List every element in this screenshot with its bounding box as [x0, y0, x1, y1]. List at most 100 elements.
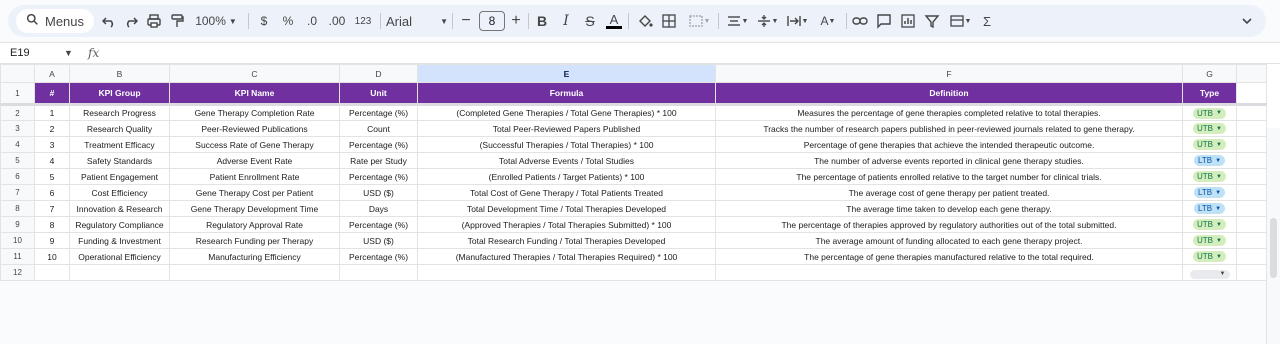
column-header-d[interactable]: D: [339, 64, 418, 83]
cell-num[interactable]: 6: [34, 184, 70, 201]
empty-cell[interactable]: [1236, 200, 1267, 217]
cell-definition[interactable]: The percentage of gene therapies manufac…: [715, 248, 1183, 265]
empty-cell[interactable]: [1236, 136, 1267, 153]
cell-unit[interactable]: USD ($): [339, 184, 418, 201]
cell-name[interactable]: Peer-Reviewed Publications: [169, 120, 340, 137]
comment-icon[interactable]: [875, 10, 893, 32]
cell-unit[interactable]: Percentage (%): [339, 216, 418, 233]
cell-num[interactable]: 3: [34, 136, 70, 153]
cell-name[interactable]: Gene Therapy Cost per Patient: [169, 184, 340, 201]
vertical-scrollbar[interactable]: [1266, 128, 1280, 344]
cell-group[interactable]: Cost Efficiency: [69, 184, 170, 201]
bold-icon[interactable]: B: [534, 10, 550, 32]
cell-name[interactable]: Gene Therapy Completion Rate: [169, 103, 340, 121]
type-dropdown-chip[interactable]: UTB ▼: [1193, 139, 1226, 150]
increase-decimal-button[interactable]: .00: [326, 10, 348, 32]
borders-icon[interactable]: [660, 10, 678, 32]
empty-cell[interactable]: [34, 264, 70, 281]
empty-cell[interactable]: [715, 264, 1183, 281]
cell-num[interactable]: 4: [34, 152, 70, 169]
font-select[interactable]: Arial ▼: [386, 10, 448, 32]
cell-group[interactable]: Innovation & Research: [69, 200, 170, 217]
header-cell[interactable]: Definition: [715, 82, 1183, 105]
empty-cell[interactable]: [1236, 152, 1267, 169]
font-size-decrease-icon[interactable]: −: [458, 10, 474, 32]
column-header-b[interactable]: B: [69, 64, 170, 83]
cell-formula[interactable]: Total Peer-Reviewed Papers Published: [417, 120, 716, 137]
cell-formula[interactable]: Total Research Funding / Total Therapies…: [417, 232, 716, 249]
cell-formula[interactable]: Total Cost of Gene Therapy / Total Patie…: [417, 184, 716, 201]
font-size-increase-icon[interactable]: +: [508, 10, 524, 32]
cell-num[interactable]: 5: [34, 168, 70, 185]
cell-group[interactable]: Research Quality: [69, 120, 170, 137]
cell-group[interactable]: Operational Efficiency: [69, 248, 170, 265]
empty-cell[interactable]: [1236, 82, 1267, 105]
type-dropdown-chip[interactable]: UTB ▼: [1193, 107, 1226, 119]
cell-unit[interactable]: Count: [339, 120, 418, 137]
zoom-select[interactable]: 100% ▼: [192, 10, 240, 32]
text-wrapping-icon[interactable]: ▼: [784, 10, 810, 32]
chevron-down-icon[interactable]: ▼: [1189, 269, 1230, 279]
cell-type[interactable]: LTB ▼: [1182, 184, 1237, 201]
column-header-g[interactable]: G: [1182, 64, 1237, 83]
header-cell[interactable]: Unit: [339, 82, 418, 105]
empty-cell[interactable]: [1236, 216, 1267, 233]
type-dropdown-chip[interactable]: UTB ▼: [1193, 171, 1226, 182]
type-dropdown-chip[interactable]: UTB ▼: [1193, 123, 1226, 134]
cell-type[interactable]: UTB ▼: [1182, 103, 1237, 121]
link-icon[interactable]: [851, 10, 869, 32]
menus-search-button[interactable]: Menus: [16, 9, 94, 33]
row-number[interactable]: 11: [0, 248, 35, 265]
text-color-icon[interactable]: A: [606, 10, 622, 32]
cell-num[interactable]: 7: [34, 200, 70, 217]
header-cell[interactable]: Formula: [417, 82, 716, 105]
percent-format-button[interactable]: %: [280, 10, 296, 32]
decrease-decimal-button[interactable]: .0: [302, 10, 322, 32]
header-cell[interactable]: Type: [1182, 82, 1237, 105]
cell-name[interactable]: Regulatory Approval Rate: [169, 216, 340, 233]
empty-cell[interactable]: [1236, 103, 1267, 121]
cell-type[interactable]: UTB ▼: [1182, 168, 1237, 185]
empty-cell[interactable]: [1236, 168, 1267, 185]
filter-views-icon[interactable]: ▼: [947, 10, 973, 32]
horizontal-align-icon[interactable]: ▼: [724, 10, 750, 32]
row-number[interactable]: 9: [0, 216, 35, 233]
cell-name[interactable]: Gene Therapy Development Time: [169, 200, 340, 217]
empty-cell[interactable]: [417, 264, 716, 281]
row-number[interactable]: 1: [0, 82, 35, 105]
cell-type[interactable]: UTB ▼: [1182, 136, 1237, 153]
cell-unit[interactable]: Percentage (%): [339, 103, 418, 121]
type-dropdown-chip[interactable]: UTB ▼: [1193, 219, 1226, 230]
chart-icon[interactable]: [899, 10, 917, 32]
scrollbar-thumb[interactable]: [1270, 218, 1277, 278]
functions-icon[interactable]: Σ: [978, 10, 996, 32]
cell-group[interactable]: Treatment Efficacy: [69, 136, 170, 153]
print-icon[interactable]: [145, 10, 163, 32]
column-header-e[interactable]: E: [417, 64, 716, 83]
cell-definition[interactable]: Tracks the number of research papers pub…: [715, 120, 1183, 137]
type-dropdown-chip[interactable]: LTB ▼: [1193, 203, 1226, 214]
header-cell[interactable]: #: [34, 82, 70, 105]
type-dropdown-chip[interactable]: LTB ▼: [1193, 155, 1226, 166]
cell-group[interactable]: Safety Standards: [69, 152, 170, 169]
cell-num[interactable]: 8: [34, 216, 70, 233]
cell-definition[interactable]: The average amount of funding allocated …: [715, 232, 1183, 249]
type-dropdown-chip[interactable]: UTB ▼: [1193, 251, 1226, 262]
type-dropdown-chip[interactable]: UTB ▼: [1193, 235, 1226, 246]
cell-group[interactable]: Funding & Investment: [69, 232, 170, 249]
row-number[interactable]: 10: [0, 232, 35, 249]
cell-definition[interactable]: The average time taken to develop each g…: [715, 200, 1183, 217]
empty-cell[interactable]: [1236, 184, 1267, 201]
cell-unit[interactable]: Rate per Study: [339, 152, 418, 169]
cell-name[interactable]: Success Rate of Gene Therapy: [169, 136, 340, 153]
row-number[interactable]: 5: [0, 152, 35, 169]
fill-color-icon[interactable]: [636, 10, 654, 32]
name-box[interactable]: E19: [10, 47, 30, 59]
cell-formula[interactable]: Total Development Time / Total Therapies…: [417, 200, 716, 217]
row-number[interactable]: 4: [0, 136, 35, 153]
cell-type[interactable]: LTB ▼: [1182, 152, 1237, 169]
empty-cell[interactable]: [69, 264, 170, 281]
cell-formula[interactable]: Total Adverse Events / Total Studies: [417, 152, 716, 169]
cell-type[interactable]: UTB ▼: [1182, 232, 1237, 249]
vertical-align-icon[interactable]: ▼: [754, 10, 780, 32]
